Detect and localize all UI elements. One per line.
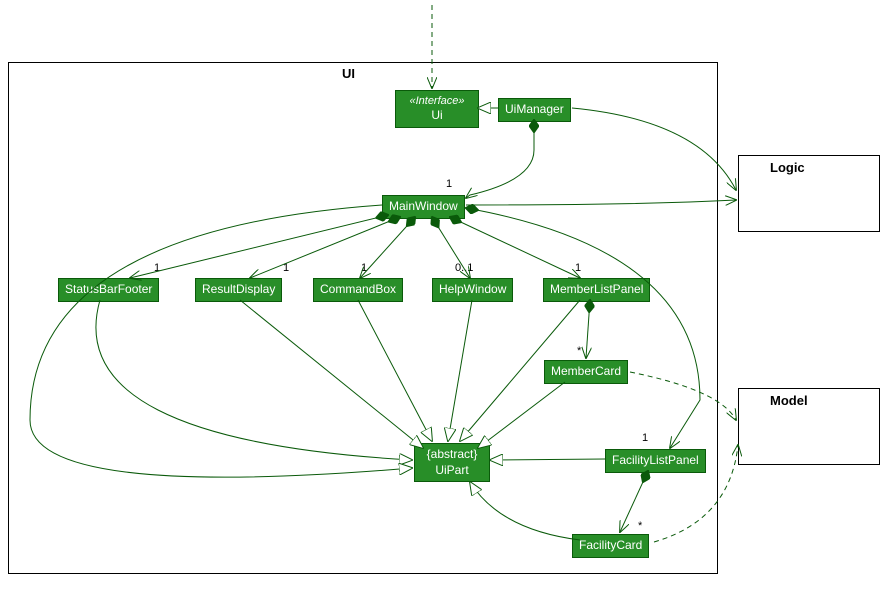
class-helpwindow: HelpWindow: [432, 278, 513, 302]
package-ui: [8, 62, 718, 574]
class-resultdisplay: ResultDisplay: [195, 278, 282, 302]
class-ui-name: Ui: [402, 108, 472, 124]
package-logic: [738, 155, 880, 232]
class-facilitylistpanel: FacilityListPanel: [605, 449, 706, 473]
mult-membercard: *: [577, 345, 581, 357]
class-ui-interface: «Interface» Ui: [395, 90, 479, 128]
class-facilitycard: FacilityCard: [572, 534, 649, 558]
package-model: [738, 388, 880, 465]
mult-memberlistpanel: 1: [575, 262, 581, 274]
stereotype-interface: «Interface»: [402, 94, 472, 108]
class-memberlistpanel: MemberListPanel: [543, 278, 650, 302]
class-uipart-name: UiPart: [421, 463, 483, 479]
mult-facilitylistpanel: 1: [642, 432, 648, 444]
mult-facilitycard: *: [638, 520, 642, 532]
package-model-label: Model: [770, 393, 808, 408]
package-logic-label: Logic: [770, 160, 805, 175]
mult-helpwindow: 0..1: [455, 262, 473, 274]
mult-mainwindow: 1: [446, 178, 452, 190]
class-membercard: MemberCard: [544, 360, 628, 384]
class-statusbarfooter: StatusBarFooter: [58, 278, 159, 302]
mult-resultdisplay: 1: [283, 262, 289, 274]
class-mainwindow: MainWindow: [382, 195, 465, 219]
mult-statusbarfooter: 1: [154, 262, 160, 274]
class-uimanager: UiManager: [498, 98, 571, 122]
package-ui-label: UI: [342, 66, 355, 81]
mult-commandbox: 1: [361, 262, 367, 274]
class-commandbox: CommandBox: [313, 278, 403, 302]
stereotype-abstract: {abstract}: [421, 447, 483, 463]
class-uipart: {abstract} UiPart: [414, 443, 490, 482]
